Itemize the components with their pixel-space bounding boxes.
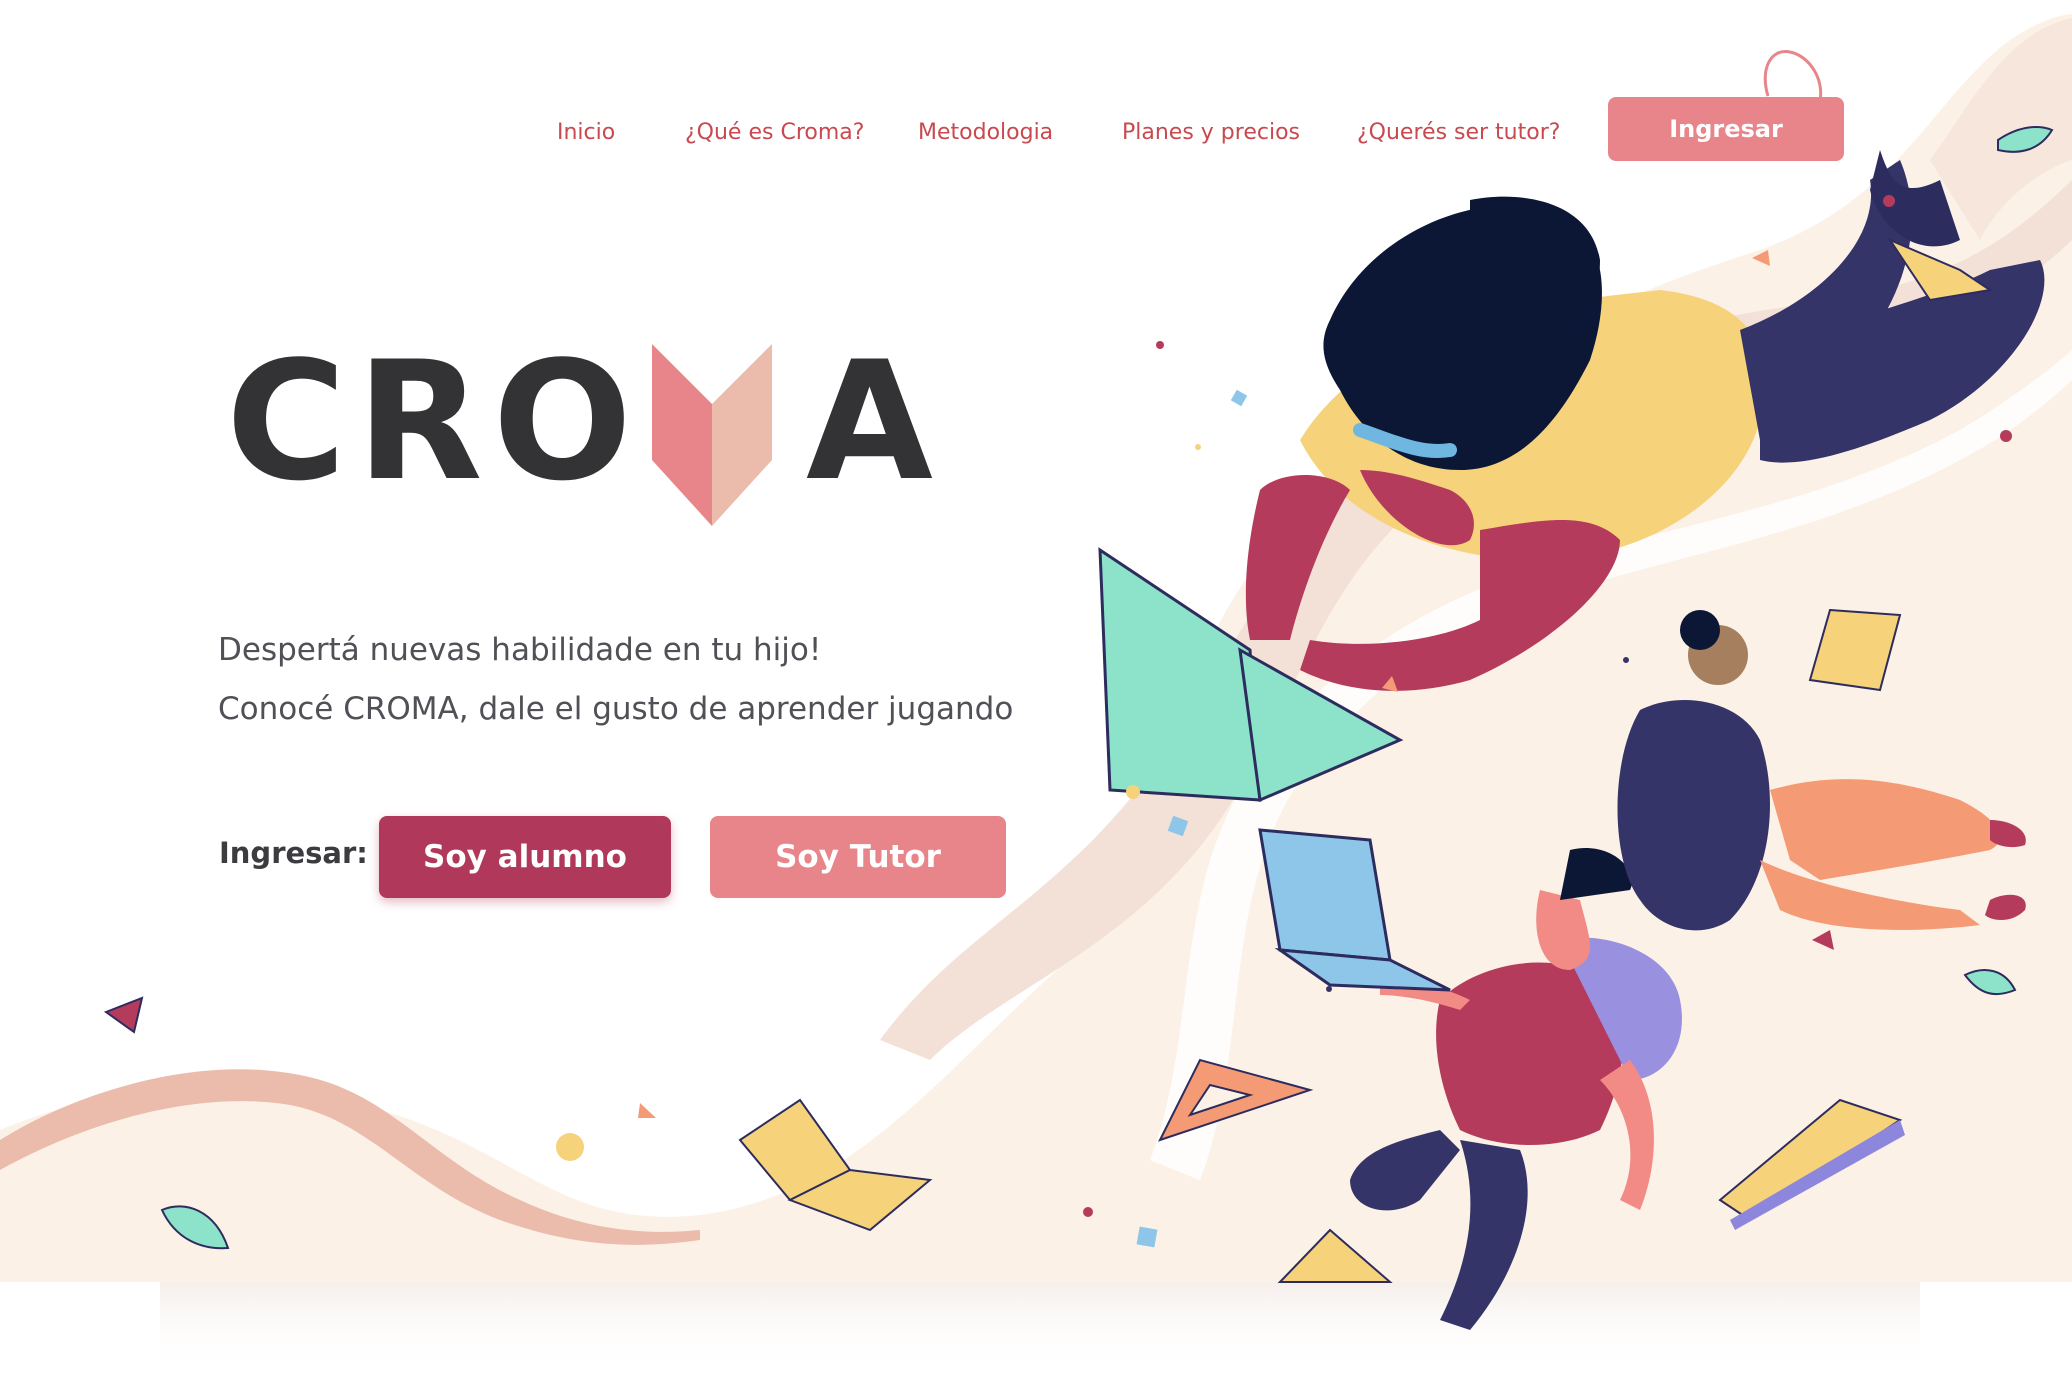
nav-link-queres-ser-tutor[interactable]: ¿Querés ser tutor?	[1357, 117, 1560, 149]
nav-link-metodologia[interactable]: Metodologia	[918, 117, 1053, 149]
nav-link-planes-y-precios[interactable]: Planes y precios	[1122, 117, 1300, 149]
ground-shadow	[160, 1282, 1920, 1372]
student-login-button[interactable]: Soy alumno	[379, 816, 671, 898]
hero-tagline-line1: Despertá nuevas habilidade en tu hijo!	[218, 632, 822, 668]
logo-text-right: A	[806, 326, 943, 517]
cta-label: Ingresar:	[219, 836, 368, 870]
nav-link-inicio[interactable]: Inicio	[557, 117, 615, 149]
login-button[interactable]: Ingresar	[1608, 97, 1844, 161]
tutor-login-button[interactable]: Soy Tutor	[710, 816, 1006, 898]
logo-chevron-icon	[652, 344, 772, 526]
logo-text-left: CRO	[226, 326, 643, 517]
hero-tagline-line2: Conocé CROMA, dale el gusto de aprender …	[218, 691, 1014, 727]
swirl-outline	[1763, 50, 1823, 101]
top-navigation: Inicio ¿Qué es Croma? Metodologia Planes…	[0, 95, 2072, 170]
nav-link-que-es-croma[interactable]: ¿Qué es Croma?	[685, 117, 864, 149]
